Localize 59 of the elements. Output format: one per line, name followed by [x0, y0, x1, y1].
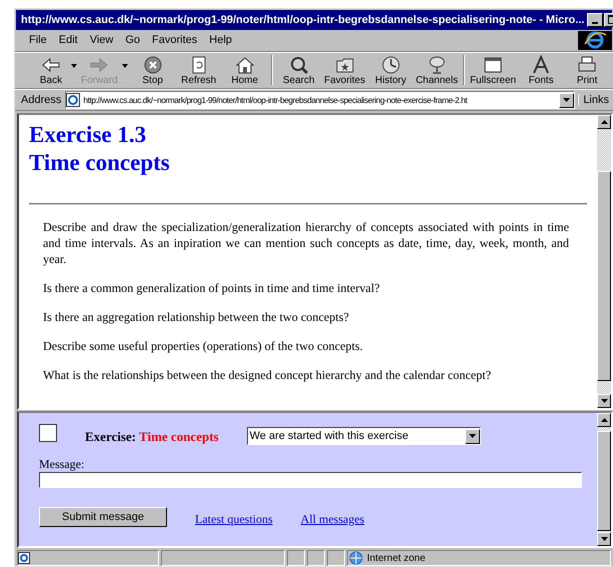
- menu-item[interactable]: Help: [209, 34, 232, 46]
- toolbar-button[interactable]: Stop: [130, 54, 176, 86]
- toolbar-button[interactable]: History: [368, 54, 414, 86]
- toolbar-button[interactable]: Fullscreen: [468, 54, 518, 86]
- history-icon: [380, 54, 402, 75]
- exercise-label: Exercise: Time concepts: [85, 429, 219, 446]
- paragraph: What is the relationships between the designed concept hierarchy and the calendar concept?: [43, 367, 492, 384]
- menu-item[interactable]: Go: [125, 34, 140, 46]
- toolbar-button[interactable]: Favorites: [322, 54, 368, 86]
- message-label: Message:: [39, 457, 86, 472]
- status-select[interactable]: We are started with this exercise: [246, 427, 481, 446]
- home-icon: [234, 54, 256, 75]
- toolbar-button[interactable]: Refresh: [176, 54, 222, 86]
- toolbar-button[interactable]: Back: [33, 54, 79, 86]
- minimize-button[interactable]: [587, 12, 604, 27]
- menu-item[interactable]: File: [29, 34, 47, 46]
- up-arrow-icon: [600, 418, 608, 422]
- paragraph: Describe and draw the specialization/generalization hierarchy of concepts associated with points in time and time intervals. As an inpiration we can mention such concepts as date, time, day, week, month, and year.: [43, 219, 569, 268]
- link[interactable]: Latest questions: [195, 512, 273, 528]
- stop-icon: [142, 54, 164, 75]
- caret-icon: [468, 434, 476, 438]
- browser-logo: [578, 30, 612, 50]
- caret-icon: [563, 98, 570, 102]
- checkbox[interactable]: [39, 424, 57, 442]
- paragraph: Is there an aggregation relationship between the two concepts?: [43, 309, 350, 326]
- message-field[interactable]: [39, 472, 582, 488]
- menu-item[interactable]: Favorites: [152, 34, 198, 46]
- menu-item[interactable]: View: [90, 34, 114, 46]
- window-title: http://www.cs.auc.dk/~normark/prog1-99/noter/html/oop-intr-begrebsdannelse-specialisering-note- - Micro...: [21, 14, 584, 26]
- address-label: Address: [20, 94, 62, 106]
- toolbar-button[interactable]: Fonts: [518, 54, 564, 86]
- link[interactable]: All messages: [300, 512, 364, 528]
- toolbar-button[interactable]: Print: [564, 54, 610, 86]
- globe-icon: [348, 551, 364, 565]
- page-icon: [66, 93, 80, 108]
- status-panel: [327, 550, 345, 566]
- menu-item[interactable]: Edit: [58, 34, 78, 46]
- scrollbar[interactable]: [597, 115, 611, 408]
- down-arrow-icon: [600, 399, 608, 404]
- up-arrow-icon: [600, 120, 608, 124]
- status-panel: [287, 550, 305, 566]
- exercise-heading: Exercise 1.3: [29, 121, 148, 150]
- page-icon: [18, 552, 30, 564]
- fullscreen-icon: [482, 54, 504, 75]
- scrollbar[interactable]: [597, 413, 611, 546]
- paragraph: Is there a common generalization of points in time and time interval?: [43, 280, 381, 296]
- toolbar-button[interactable]: Channels: [414, 54, 460, 86]
- zone-label: Internet zone: [367, 552, 426, 564]
- minimize-icon: [592, 22, 598, 24]
- toolbar-button[interactable]: Home: [222, 54, 268, 86]
- submit-button[interactable]: Submit message: [39, 506, 167, 527]
- links-button[interactable]: Links: [577, 94, 613, 106]
- dropdown-button[interactable]: [559, 92, 574, 108]
- address-field[interactable]: http://www.cs.auc.dk/~normark/prog1-99/noter/html/oop-intr-begrebsdannelse-specialisering-note-exercise-frame-2.ht: [65, 91, 576, 110]
- status-panel: [307, 550, 325, 566]
- exercise-heading: Time concepts: [29, 149, 171, 178]
- paragraph: Describe some useful properties (operations) of the two concepts.: [43, 338, 364, 354]
- toolbar-button[interactable]: Search: [276, 54, 322, 86]
- down-arrow-icon: [600, 537, 608, 541]
